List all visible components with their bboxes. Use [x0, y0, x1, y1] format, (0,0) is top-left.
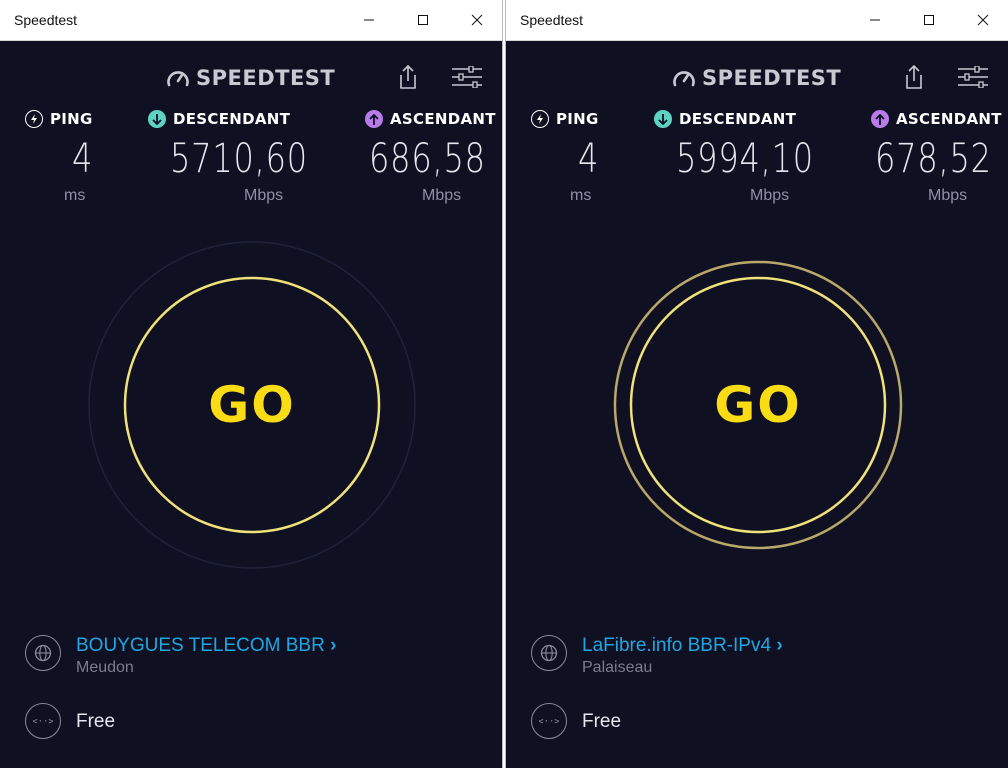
go-area: GO: [593, 240, 923, 570]
sliders-icon: [452, 65, 482, 89]
download-arrow-icon: [148, 110, 166, 128]
upload-metric: ASCENDANT 686,58 Mbps: [365, 110, 496, 204]
download-metric: DESCENDANT 5710,60 Mbps: [148, 110, 307, 204]
speedtest-window-2: Speedtest SPEEDTEST PING 4 ms DESCENDANT…: [505, 0, 1008, 768]
ping-label: PING: [556, 110, 599, 128]
upload-metric: ASCENDANT 678,52 Mbps: [871, 110, 1002, 204]
app-content: SPEEDTEST PING: [0, 40, 502, 768]
maximize-button[interactable]: [906, 0, 952, 40]
ping-unit: ms: [64, 187, 86, 204]
chevron-right-icon: ›: [776, 635, 783, 656]
upload-value: 678,52: [875, 136, 992, 182]
ping-icon: [25, 110, 43, 128]
close-icon: [471, 14, 483, 26]
gauge-icon: [167, 71, 189, 87]
download-metric: DESCENDANT 5994,10 Mbps: [654, 110, 813, 204]
download-unit: Mbps: [244, 187, 284, 204]
window-title: Speedtest: [520, 12, 584, 28]
minimize-button[interactable]: [346, 0, 392, 40]
title-bar[interactable]: Speedtest: [0, 0, 502, 41]
connection-icon: <··>: [25, 703, 61, 739]
share-icon: [400, 64, 416, 89]
close-icon: [977, 14, 989, 26]
ping-metric: PING 4 ms: [25, 110, 93, 204]
server-selector[interactable]: LaFibre.info BBR-IPv4 › Palaiseau: [531, 635, 991, 685]
logo-text: SPEEDTEST: [196, 66, 336, 90]
ping-label: PING: [50, 110, 93, 128]
provider-name: Free: [76, 711, 116, 732]
server-name[interactable]: LaFibre.info BBR-IPv4 ›: [582, 635, 783, 657]
ping-icon: [531, 110, 549, 128]
chevron-right-icon: ›: [330, 635, 337, 656]
connection-icon: <··>: [531, 703, 567, 739]
close-button[interactable]: [454, 0, 500, 40]
logo-text: SPEEDTEST: [702, 66, 842, 90]
share-button[interactable]: [396, 64, 420, 90]
upload-value: 686,58: [369, 136, 486, 182]
download-value: 5710,60: [170, 136, 308, 182]
upload-label: ASCENDANT: [896, 110, 1002, 128]
globe-icon: [531, 635, 567, 671]
upload-arrow-icon: [365, 110, 383, 128]
provider-info: <··> Free: [531, 703, 831, 743]
minimize-icon: [870, 19, 880, 21]
ping-metric: PING 4 ms: [531, 110, 599, 204]
download-label: DESCENDANT: [173, 110, 291, 128]
maximize-icon: [924, 15, 934, 25]
gauge-icon: [673, 71, 695, 87]
maximize-icon: [418, 15, 428, 25]
go-area: GO: [87, 240, 417, 570]
app-content: SPEEDTEST PING: [506, 40, 1008, 768]
ping-value: 4: [578, 136, 600, 182]
globe-icon: [25, 635, 61, 671]
server-selector[interactable]: BOUYGUES TELECOM BBR › Meudon: [25, 635, 485, 685]
server-name[interactable]: BOUYGUES TELECOM BBR ›: [76, 635, 336, 657]
download-arrow-icon: [654, 110, 672, 128]
download-label: DESCENDANT: [679, 110, 797, 128]
upload-arrow-icon: [871, 110, 889, 128]
provider-info: <··> Free: [25, 703, 325, 743]
download-value: 5994,10: [676, 136, 814, 182]
share-button[interactable]: [902, 64, 926, 90]
upload-unit: Mbps: [422, 187, 462, 204]
close-button[interactable]: [960, 0, 1006, 40]
download-unit: Mbps: [750, 187, 790, 204]
svg-text:<··>: <··>: [33, 717, 53, 726]
ping-unit: ms: [570, 187, 592, 204]
ping-value: 4: [72, 136, 94, 182]
settings-button[interactable]: [957, 65, 989, 89]
server-location: Palaiseau: [582, 659, 653, 676]
speedtest-window-1: Speedtest SPEEDTEST PING 4 ms DESCENDANT…: [0, 0, 503, 768]
minimize-button[interactable]: [852, 0, 898, 40]
upload-unit: Mbps: [928, 187, 968, 204]
minimize-icon: [364, 19, 374, 21]
settings-button[interactable]: [451, 65, 483, 89]
title-bar[interactable]: Speedtest: [506, 0, 1008, 41]
sliders-icon: [958, 65, 988, 89]
go-button[interactable]: GO: [631, 278, 885, 532]
server-location: Meudon: [76, 659, 134, 676]
speedtest-logo: SPEEDTEST: [672, 66, 841, 90]
maximize-button[interactable]: [400, 0, 446, 40]
upload-label: ASCENDANT: [390, 110, 496, 128]
go-label: GO: [208, 376, 296, 434]
provider-name: Free: [582, 711, 622, 732]
share-icon: [906, 64, 922, 89]
window-title: Speedtest: [14, 12, 78, 28]
svg-text:<··>: <··>: [539, 717, 559, 726]
go-button[interactable]: GO: [125, 278, 379, 532]
speedtest-logo: SPEEDTEST: [166, 66, 335, 90]
go-label: GO: [714, 376, 802, 434]
